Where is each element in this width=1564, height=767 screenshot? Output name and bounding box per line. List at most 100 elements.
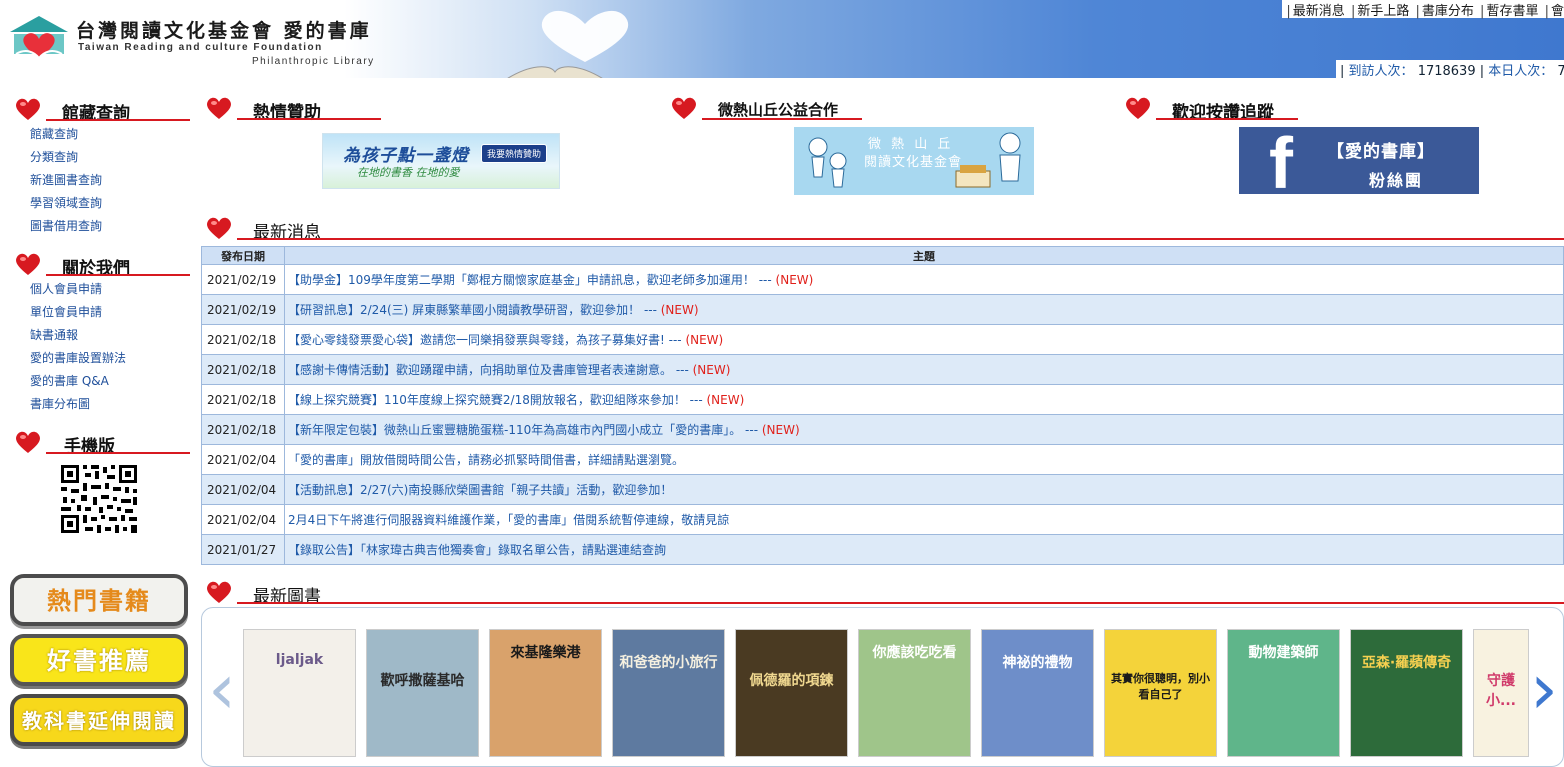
section-underline bbox=[237, 602, 1564, 604]
top-link-member[interactable]: 會 bbox=[1551, 4, 1564, 19]
news-link[interactable]: 【線上探究競賽】110年度線上探究競賽2/18開放報名，歡迎組隊來參加！ --- bbox=[288, 393, 706, 407]
news-link[interactable]: 【愛心零錢發票愛心袋】邀請您一同樂捐發票與零錢，為孩子募集好書! --- bbox=[288, 333, 685, 347]
catalog-section-head: 館藏查詢 bbox=[14, 97, 190, 124]
top-link-latest-news[interactable]: 最新消息 bbox=[1293, 4, 1345, 19]
book-cover[interactable]: 佩德羅的項鍊 bbox=[735, 629, 848, 757]
news-row[interactable]: 2021/01/27 【錄取公告】「林家瑋古典吉他獨奏會」錄取名單公告，請點選連結… bbox=[201, 534, 1564, 565]
carousel-prev-icon[interactable]: ‹ bbox=[208, 644, 236, 734]
kids-illustration-icon bbox=[808, 137, 847, 188]
news-date: 2021/02/18 bbox=[201, 384, 285, 415]
qr-code-icon[interactable] bbox=[58, 462, 140, 536]
top-nav: | 最新消息 | 新手上路 | 書庫分布 | 暫存書單 | 會 bbox=[1282, 0, 1564, 19]
support-banner-title: 為孩子點一盞燈 bbox=[343, 146, 469, 166]
angel-illustration-icon bbox=[999, 132, 1021, 182]
heart-icon bbox=[16, 98, 40, 120]
book-title: 神祕的禮物 bbox=[1002, 655, 1073, 671]
foundation-logo-icon[interactable] bbox=[8, 14, 70, 62]
news-subject-cell: 【助學金】109學年度第二學期「鄭棍方關懷家庭基金」申請訊息，歡迎老師多加運用！… bbox=[284, 264, 1564, 295]
news-row[interactable]: 2021/02/18 【感謝卡傳情活動】歡迎踴躍申請，向捐助單位及書庫管理者表達謝… bbox=[201, 354, 1564, 385]
nav-catalog-search[interactable]: 館藏查詢 bbox=[30, 123, 102, 146]
book-cover[interactable]: ljaljak bbox=[243, 629, 356, 757]
news-row[interactable]: 2021/02/04 2月4日下午將進行伺服器資料維護作業，「愛的書庫」借閱系統暫… bbox=[201, 504, 1564, 535]
carousel-next-icon[interactable]: › bbox=[1530, 644, 1558, 734]
book-title: 其實你很聰明，別小看自己了 bbox=[1111, 672, 1210, 701]
nav-personal-member[interactable]: 個人會員申請 bbox=[30, 278, 126, 301]
news-link[interactable]: 【研習訊息】2/24(三) 屏東縣繁華國小閱讀教學研習，歡迎參加！ --- bbox=[288, 303, 661, 317]
cloud-heart-decoration bbox=[541, 10, 629, 63]
heart-icon bbox=[207, 581, 231, 603]
site-subtitle-en: Taiwan Reading and culture Foundation bbox=[78, 42, 323, 53]
book-cover[interactable]: 守護小... bbox=[1473, 629, 1529, 757]
book-cover[interactable]: 歡呼撒薩基哈 bbox=[366, 629, 479, 757]
top-link-beginner[interactable]: 新手上路 bbox=[1357, 4, 1409, 19]
book-cover[interactable]: 神祕的禮物 bbox=[981, 629, 1094, 757]
new-badge: (NEW) bbox=[706, 393, 745, 407]
recommended-books-button[interactable]: 好書推薦 bbox=[10, 634, 188, 686]
news-subject-cell: 【線上探究競賽】110年度線上探究競賽2/18開放報名，歡迎組隊來參加！ ---… bbox=[284, 384, 1564, 415]
news-subject-cell: 「愛的書庫」開放借閱時間公告，請務必抓緊時間借書，詳細請點選瀏覽。 bbox=[284, 444, 1564, 475]
section-underline bbox=[1156, 118, 1298, 120]
news-row[interactable]: 2021/02/18 【新年限定包裝】微熱山丘蜜豐糖脆蛋糕-110年為高雄市內門國… bbox=[201, 414, 1564, 445]
nav-qa[interactable]: 愛的書庫 Q&A bbox=[30, 370, 126, 393]
facebook-icon: f bbox=[1269, 127, 1293, 194]
sunnyhills-partnership-banner[interactable]: 微 熱 山 丘 閱讀文化基金會 bbox=[794, 127, 1034, 195]
news-section-head: 最新消息 bbox=[205, 216, 1564, 243]
news-subject-cell: 【活動訊息】2/27(六)南投縣欣榮圖書館「親子共讀」活動，歡迎參加！ bbox=[284, 474, 1564, 505]
new-badge: (NEW) bbox=[660, 303, 699, 317]
book-cover[interactable]: 動物建築師 bbox=[1227, 629, 1340, 757]
new-badge: (NEW) bbox=[685, 333, 724, 347]
section-underline bbox=[237, 118, 381, 120]
hill-section-title: 微熱山丘公益合作 bbox=[718, 101, 839, 119]
textbook-extended-reading-button[interactable]: 教科書延伸閱讀 bbox=[10, 694, 188, 746]
hot-books-button[interactable]: 熱門書籍 bbox=[10, 574, 188, 626]
nav-setup-rules[interactable]: 愛的書庫設置辦法 bbox=[30, 347, 126, 370]
site-header: 台灣閱讀文化基金會 愛的書庫 Taiwan Reading and cultur… bbox=[0, 0, 1564, 78]
book-cover[interactable]: 亞森·羅蘋傳奇 bbox=[1350, 629, 1463, 757]
nav-distribution-map[interactable]: 書庫分布圖 bbox=[30, 393, 126, 416]
book-cover[interactable]: 來基隆樂港 bbox=[489, 629, 602, 757]
news-date: 2021/02/04 bbox=[201, 504, 285, 535]
news-row[interactable]: 2021/02/04 【活動訊息】2/27(六)南投縣欣榮圖書館「親子共讀」活動，… bbox=[201, 474, 1564, 505]
section-underline bbox=[702, 118, 862, 120]
book-cover[interactable]: 其實你很聰明，別小看自己了 bbox=[1104, 629, 1217, 757]
nav-borrow-search[interactable]: 圖書借用查詢 bbox=[30, 215, 102, 238]
facebook-fanpage-banner[interactable]: f 【愛的書庫】 粉絲團 bbox=[1239, 127, 1479, 194]
nav-unit-member[interactable]: 單位會員申請 bbox=[30, 301, 126, 324]
nav-learning-area-search[interactable]: 學習領域查詢 bbox=[30, 192, 102, 215]
news-link[interactable]: 【新年限定包裝】微熱山丘蜜豐糖脆蛋糕-110年為高雄市內門國小成立「愛的書庫」。… bbox=[288, 423, 762, 437]
news-link[interactable]: 【感謝卡傳情活動】歡迎踴躍申請，向捐助單位及書庫管理者表達謝意。 --- bbox=[288, 363, 693, 377]
news-subject-cell: 【新年限定包裝】微熱山丘蜜豐糖脆蛋糕-110年為高雄市內門國小成立「愛的書庫」。… bbox=[284, 414, 1564, 445]
support-banner[interactable]: 為孩子點一盞燈 在地的書香 在地的愛 我要熱情贊助 bbox=[322, 133, 560, 189]
hill-banner-title: 微 熱 山 丘 bbox=[868, 137, 954, 152]
news-row[interactable]: 2021/02/18 【線上探究競賽】110年度線上探究競賽2/18開放報名，歡迎… bbox=[201, 384, 1564, 415]
today-count: 7 bbox=[1557, 64, 1564, 78]
section-underline bbox=[46, 452, 190, 454]
news-row[interactable]: 2021/02/19 【助學金】109學年度第二學期「鄭棍方關懷家庭基金」申請訊息… bbox=[201, 264, 1564, 295]
top-link-library-map[interactable]: 書庫分布 bbox=[1422, 4, 1474, 19]
nav-new-books-search[interactable]: 新進圖書查詢 bbox=[30, 169, 102, 192]
book-cover[interactable]: 你應該吃吃看 bbox=[858, 629, 971, 757]
book-title: 來基隆樂港 bbox=[510, 645, 581, 661]
hill-banner-subtitle: 閱讀文化基金會 bbox=[864, 155, 963, 170]
news-row[interactable]: 2021/02/18 【愛心零錢發票愛心袋】邀請您一同樂捐發票與零錢，為孩子募集好… bbox=[201, 324, 1564, 355]
news-link[interactable]: 2月4日下午將進行伺服器資料維護作業，「愛的書庫」借閱系統暫停連線，敬請見諒 bbox=[288, 513, 729, 527]
news-row[interactable]: 2021/02/19 【研習訊息】2/24(三) 屏東縣繁華國小閱讀教學研習，歡迎… bbox=[201, 294, 1564, 325]
news-row[interactable]: 2021/02/04 「愛的書庫」開放借閱時間公告，請務必抓緊時間借書，詳細請點選… bbox=[201, 444, 1564, 475]
news-subject-cell: 2月4日下午將進行伺服器資料維護作業，「愛的書庫」借閱系統暫停連線，敬請見諒 bbox=[284, 504, 1564, 535]
news-link[interactable]: 【錄取公告】「林家瑋古典吉他獨奏會」錄取名單公告，請點選連結查詢 bbox=[288, 543, 666, 557]
heart-icon bbox=[207, 217, 231, 239]
facebook-section-head: 歡迎按讚追蹤 bbox=[1124, 96, 1324, 123]
section-underline bbox=[237, 238, 1564, 240]
news-link[interactable]: 「愛的書庫」開放借閱時間公告，請務必抓緊時間借書，詳細請點選瀏覽。 bbox=[288, 453, 684, 467]
news-link[interactable]: 【活動訊息】2/27(六)南投縣欣榮圖書館「親子共讀」活動，歡迎參加！ bbox=[288, 483, 672, 497]
news-link[interactable]: 【助學金】109學年度第二學期「鄭棍方關懷家庭基金」申請訊息，歡迎老師多加運用！… bbox=[288, 273, 776, 287]
nav-category-search[interactable]: 分類查詢 bbox=[30, 146, 102, 169]
site-title: 台灣閱讀文化基金會 愛的書庫 bbox=[76, 20, 372, 42]
book-cover[interactable]: 和爸爸的小旅行 bbox=[612, 629, 725, 757]
support-banner-subtitle: 在地的書香 在地的愛 bbox=[357, 166, 460, 179]
top-link-saved-list[interactable]: 暫存書單 bbox=[1486, 4, 1538, 19]
donate-button[interactable]: 我要熱情贊助 bbox=[481, 144, 548, 163]
books-section-head: 最新圖書 bbox=[205, 580, 1564, 607]
nav-missing-book-report[interactable]: 缺書通報 bbox=[30, 324, 126, 347]
section-underline bbox=[46, 274, 190, 276]
